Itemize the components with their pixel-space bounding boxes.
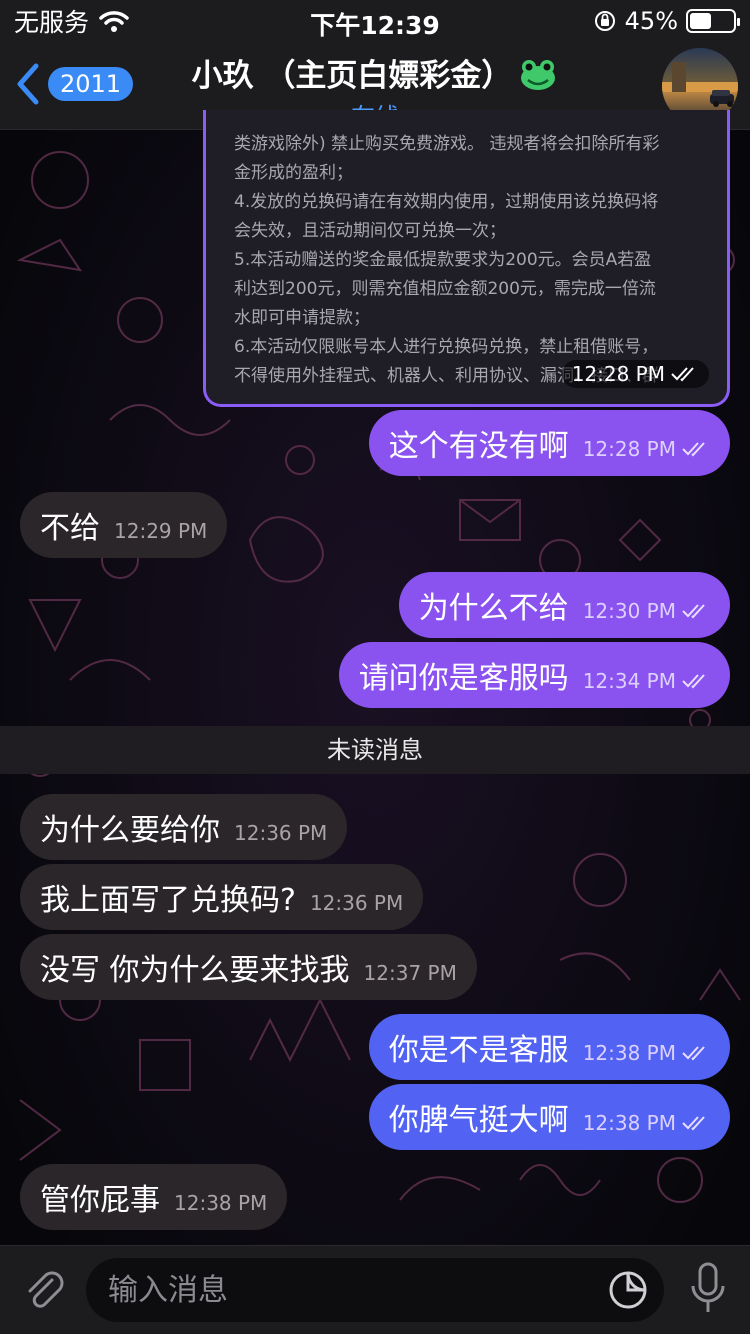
message-text: 我上面写了兑换码? [40, 883, 296, 918]
incoming-message[interactable]: 我上面写了兑换码? 12:36 PM [20, 864, 424, 930]
double-check-icon [682, 674, 705, 689]
unread-divider: 未读消息 [0, 726, 750, 774]
message-time: 12:38 PM [582, 1041, 676, 1065]
outgoing-message[interactable]: 为什么不给 12:30 PM [398, 572, 730, 638]
message-time: 12:36 PM [234, 821, 328, 845]
double-check-icon [682, 1046, 705, 1061]
outgoing-message[interactable]: 请问你是客服吗 12:34 PM [338, 642, 730, 708]
back-chevron-icon [17, 63, 39, 105]
message-time: 12:30 PM [582, 599, 676, 623]
message-field [86, 1258, 664, 1322]
message-text: 没写 你为什么要来找我 [40, 953, 350, 988]
message-text: 不给 [40, 511, 100, 546]
forwarded-message-line: 6.本活动仅限账号本人进行兑换码兑换，禁止租借账号， [234, 337, 659, 357]
chat-title: 小玖 （主页白嫖彩金） [191, 58, 513, 94]
double-check-icon [671, 367, 694, 382]
outgoing-message[interactable]: 这个有没有啊 12:28 PM [368, 410, 730, 476]
outgoing-message[interactable]: 你是不是客服 12:38 PM [368, 1014, 730, 1080]
message-input[interactable] [108, 1258, 588, 1322]
forwarded-message-line: 会失效，且活动期间仅可兑换一次； [234, 221, 506, 241]
message-text: 为什么要给你 [40, 813, 220, 848]
message-text: 你是不是客服 [388, 1033, 569, 1068]
incoming-message[interactable]: 为什么要给你 12:36 PM [20, 794, 348, 860]
forwarded-message-line: 5.本活动赠送的奖金最低提款要求为200元。会员A若盈 [234, 250, 652, 270]
message-time: 12:28 PM [571, 362, 665, 386]
message-time: 12:29 PM [114, 519, 208, 543]
message-time: 12:28 PM [582, 437, 676, 461]
incoming-message[interactable]: 管你屁事 12:38 PM [20, 1164, 288, 1230]
message-time: 12:34 PM [582, 669, 676, 693]
back-button[interactable]: 2011 [14, 62, 134, 106]
forwarded-message-line: 利达到200元，则需充值相应金额200元，需完成一倍流 [234, 279, 656, 299]
sticker-icon[interactable] [608, 1270, 648, 1310]
message-time: 12:38 PM [582, 1111, 676, 1135]
microphone-icon[interactable] [688, 1260, 728, 1316]
double-check-icon [682, 1116, 705, 1131]
paperclip-icon[interactable] [22, 1266, 66, 1310]
forwarded-message-text: 类游戏除外) 禁止购买免费游戏。 违规者将会扣除所有彩 金形成的盈利； 4.发放的兑… [234, 130, 711, 391]
message-time: 12:37 PM [363, 961, 457, 985]
forwarded-message-line: 金形成的盈利； [234, 163, 353, 183]
composer-bar [0, 1245, 750, 1334]
incoming-message[interactable]: 不给 12:29 PM [20, 492, 228, 558]
double-check-icon [682, 604, 705, 619]
incoming-message[interactable]: 没写 你为什么要来找我 12:37 PM [20, 934, 477, 1000]
chat-screen: 无服务 下午12:39 45% 2011 小玖 （主页白嫖彩金） 类游戏除外) … [0, 0, 750, 1334]
double-check-icon [682, 442, 705, 457]
unread-count-badge: 2011 [48, 67, 134, 101]
forwarded-message-line: 类游戏除外) 禁止购买免费游戏。 违规者将会扣除所有彩 [234, 134, 660, 154]
message-text: 管你屁事 [40, 1183, 160, 1218]
message-time: 12:38 PM [174, 1191, 268, 1215]
frog-emoji-icon [521, 60, 556, 90]
status-bar: 无服务 下午12:39 45% [0, 0, 750, 42]
outgoing-message[interactable]: 你脾气挺大啊 12:38 PM [368, 1084, 730, 1150]
message-text: 请问你是客服吗 [358, 661, 569, 696]
forwarded-message-line: 水即可申请提款； [234, 308, 370, 328]
message-time: 12:36 PM [309, 891, 404, 915]
battery-icon [686, 9, 740, 33]
message-meta: 12:28 PM [561, 360, 709, 388]
message-text: 你脾气挺大啊 [388, 1103, 569, 1138]
message-text: 为什么不给 [418, 591, 569, 626]
status-time: 下午12:39 [310, 11, 440, 40]
forwarded-message-card[interactable]: 类游戏除外) 禁止购买免费游戏。 违规者将会扣除所有彩 金形成的盈利； 4.发放的兑… [203, 110, 730, 407]
message-text: 这个有没有啊 [388, 429, 569, 464]
forwarded-message-line: 4.发放的兑换码请在有效期内使用，过期使用该兑换码将 [234, 192, 659, 212]
